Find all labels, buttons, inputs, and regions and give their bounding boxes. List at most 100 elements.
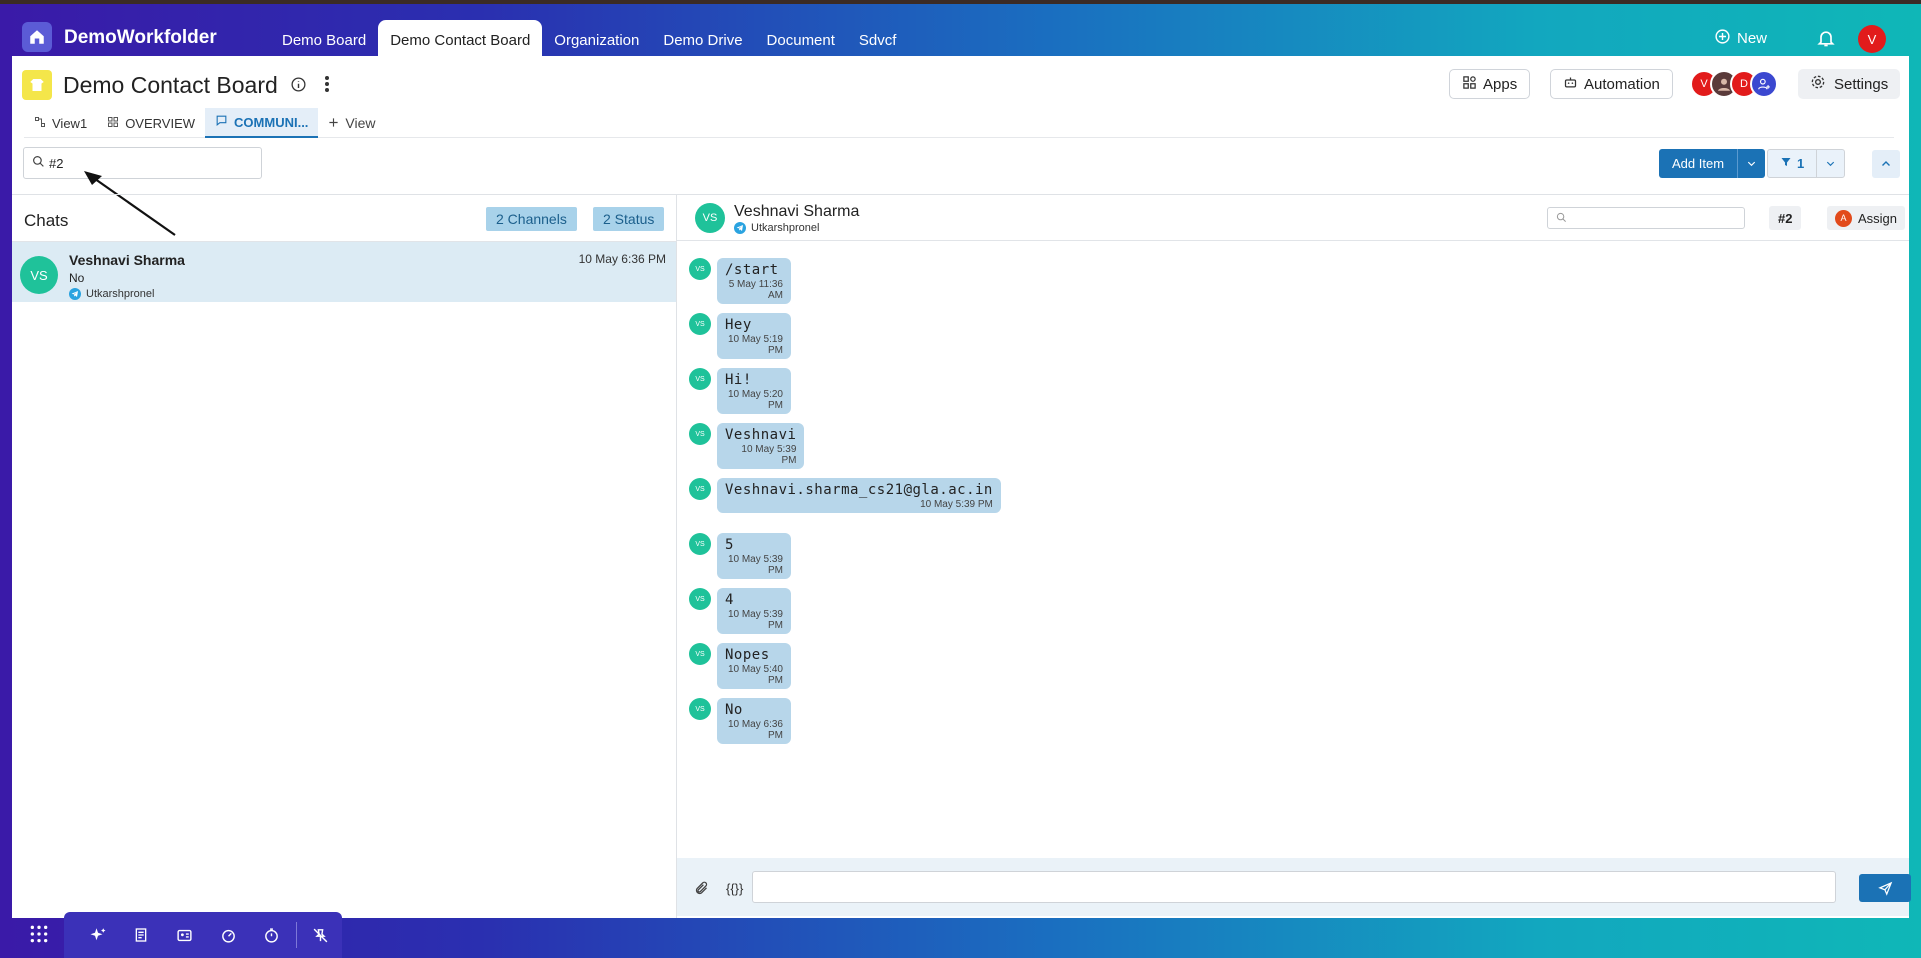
view-tab-view1[interactable]: View1 <box>24 108 97 138</box>
variables-button[interactable]: {{}} <box>726 881 743 896</box>
chat-source-name: Utkarshpronel <box>86 288 155 300</box>
top-nav: DemoWorkfolder Demo Board Demo Contact B… <box>0 4 1921 60</box>
info-icon[interactable] <box>290 76 307 96</box>
nav-tab-organization[interactable]: Organization <box>542 20 651 60</box>
view-tabs: View1 OVERVIEW COMMUNI... View <box>24 108 1894 138</box>
view-tab-overview[interactable]: OVERVIEW <box>97 108 205 138</box>
document-icon[interactable] <box>120 912 164 958</box>
avatar: VS <box>695 203 725 233</box>
contact-source: Utkarshpronel <box>734 222 819 234</box>
nav-tab-demo-contact-board[interactable]: Demo Contact Board <box>378 20 543 60</box>
message-input[interactable] <box>752 871 1836 903</box>
message-bubble[interactable]: Veshnavi.sharma_cs21@gla.ac.in 10 May 5:3… <box>717 478 1001 513</box>
add-item-label: Add Item <box>1672 156 1725 171</box>
message-bubble[interactable]: No 10 May 6:36 PM <box>717 698 791 744</box>
avatar: VS <box>689 588 711 610</box>
assign-button[interactable]: A Assign <box>1827 206 1906 230</box>
settings-button[interactable]: Settings <box>1798 69 1901 99</box>
send-icon[interactable] <box>1859 874 1911 902</box>
message-bubble[interactable]: Veshnavi 10 May 5:39 PM <box>717 423 805 469</box>
home-icon[interactable] <box>22 22 52 52</box>
gauge-icon[interactable] <box>207 912 251 958</box>
chats-title: Chats <box>24 211 69 230</box>
kebab-icon[interactable] <box>324 75 330 96</box>
view-tab-label: COMMUNI... <box>234 114 309 130</box>
channels-chip[interactable]: 2 Channels <box>486 207 577 231</box>
timer-icon[interactable] <box>250 912 294 958</box>
gear-icon <box>1810 74 1826 94</box>
automation-label: Automation <box>1584 75 1660 93</box>
add-view-button[interactable]: View <box>318 108 385 138</box>
status-chip[interactable]: 2 Status <box>593 207 665 231</box>
add-member-icon[interactable] <box>1750 70 1778 98</box>
message-text: No <box>725 702 743 718</box>
contact-source-name: Utkarshpronel <box>751 222 820 234</box>
search-icon <box>1556 211 1567 226</box>
add-item-button[interactable]: Add Item <box>1659 149 1766 178</box>
message-time: 10 May 5:39 PM <box>741 444 797 466</box>
board-title: Demo Contact Board <box>63 72 278 98</box>
message-bubble[interactable]: Nopes 10 May 5:40 PM <box>717 643 791 689</box>
plus-icon <box>328 115 339 131</box>
board-icon <box>22 70 52 100</box>
chat-source: Utkarshpronel <box>69 288 154 300</box>
message-bubble[interactable]: /start 5 May 11:36 AM <box>717 258 791 304</box>
view-tab-label: View1 <box>52 115 88 131</box>
filter-button[interactable]: 1 <box>1767 149 1846 178</box>
automation-button[interactable]: Automation <box>1550 69 1673 99</box>
sparkle-icon[interactable] <box>76 912 120 958</box>
nav-tab-demo-board[interactable]: Demo Board <box>270 20 378 60</box>
bell-icon[interactable] <box>1816 28 1836 51</box>
message-text: 5 <box>725 537 734 553</box>
conversation-header: VS Veshnavi Sharma Utkarshpronel #2 A As… <box>677 195 1909 241</box>
message-bubble[interactable]: 4 10 May 5:39 PM <box>717 588 791 634</box>
chevron-up-icon[interactable] <box>1872 150 1900 178</box>
new-button[interactable]: New <box>1714 28 1767 49</box>
paperclip-icon[interactable] <box>694 881 709 899</box>
contact-name: Veshnavi Sharma <box>734 203 860 220</box>
chat-name: Veshnavi Sharma <box>69 252 185 268</box>
grid-icon[interactable] <box>14 912 64 956</box>
nav-tab-demo-drive[interactable]: Demo Drive <box>651 20 754 60</box>
avatar: VS <box>20 256 58 294</box>
message-bubble[interactable]: 5 10 May 5:39 PM <box>717 533 791 579</box>
nav-tab-document[interactable]: Document <box>755 20 847 60</box>
message-time: 10 May 6:36 PM <box>727 719 783 741</box>
message-bubble[interactable]: Hi! 10 May 5:20 PM <box>717 368 791 414</box>
telegram-icon <box>69 288 81 300</box>
message-text: Hey <box>725 317 752 333</box>
message-composer: {{}} <box>677 858 1911 916</box>
dashboard-icon <box>107 116 119 131</box>
message-bubble[interactable]: Hey 10 May 5:19 PM <box>717 313 791 359</box>
nav-tab-sdvcf[interactable]: Sdvcf <box>847 20 909 60</box>
workflow-icon <box>34 116 46 131</box>
assignee-avatar: A <box>1835 209 1852 227</box>
robot-icon <box>1563 75 1578 94</box>
nav-tabs: Demo Board Demo Contact Board Organizati… <box>270 16 908 60</box>
assign-label: Assign <box>1858 210 1898 226</box>
workspace-name[interactable]: DemoWorkfolder <box>64 27 217 49</box>
chevron-down-icon[interactable] <box>1816 149 1844 178</box>
item-tag[interactable]: #2 <box>1769 206 1802 230</box>
apps-label: Apps <box>1483 75 1518 93</box>
member-avatars[interactable]: V D <box>1690 70 1778 98</box>
unpin-icon[interactable] <box>298 912 342 958</box>
apps-icon <box>1462 75 1477 94</box>
settings-label: Settings <box>1834 75 1889 93</box>
apps-button[interactable]: Apps <box>1449 69 1531 99</box>
user-avatar[interactable]: V <box>1858 25 1886 53</box>
new-label: New <box>1737 30 1768 47</box>
avatar: VS <box>689 313 711 335</box>
chevron-down-icon[interactable] <box>1737 149 1765 178</box>
avatar: VS <box>689 368 711 390</box>
add-view-label: View <box>345 115 376 131</box>
filter-label: 1 <box>1768 156 1816 171</box>
message-text: Nopes <box>725 647 770 663</box>
message-search-input[interactable] <box>1547 207 1745 229</box>
contact-card-icon[interactable] <box>163 912 207 958</box>
chat-icon <box>215 114 228 130</box>
view-tab-label: OVERVIEW <box>125 115 196 131</box>
message-time: 10 May 5:39 PM <box>727 554 783 576</box>
chat-list-item[interactable]: VS Veshnavi Sharma 10 May 6:36 PM No Utk… <box>12 242 676 302</box>
view-tab-communication[interactable]: COMMUNI... <box>205 108 319 138</box>
